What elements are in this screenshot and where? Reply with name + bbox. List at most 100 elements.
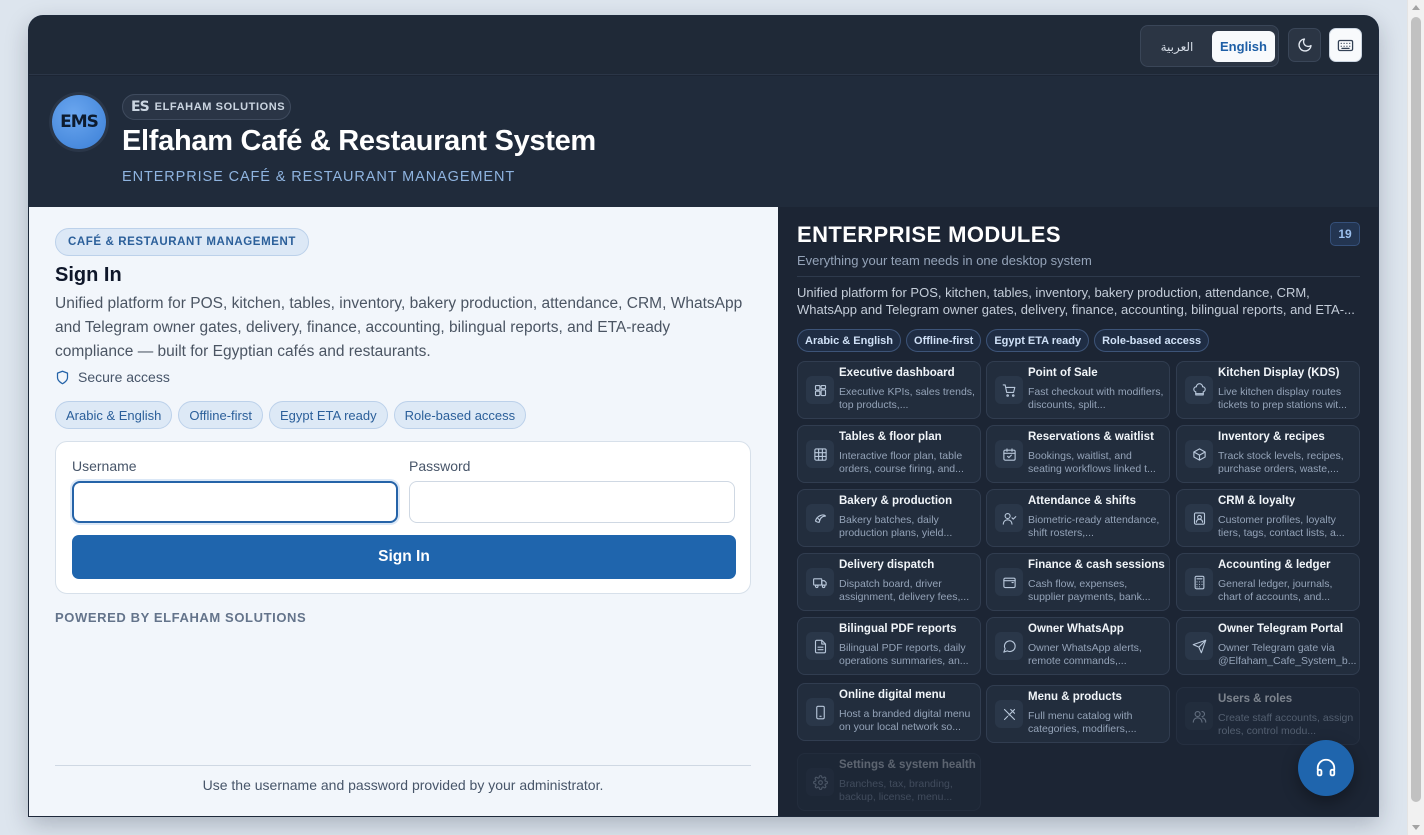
module-title: Tables & floor plan	[839, 431, 942, 443]
username-label: Username	[72, 458, 137, 474]
module-description: Live kitchen display routes tickets to p…	[1218, 386, 1347, 411]
feature-chip: Egypt ETA ready	[986, 329, 1090, 352]
moon-icon	[1297, 38, 1312, 52]
divider	[797, 276, 1360, 277]
modules-panel: ENTERPRISE MODULES 19 Everything your te…	[778, 207, 1378, 816]
module-card[interactable]: Attendance & shifts Biometric-ready atten…	[986, 489, 1170, 547]
phone-icon	[806, 698, 834, 726]
module-card[interactable]: Executive dashboard Executive KPIs, sales…	[797, 361, 981, 419]
footer-note: Use the username and password provided b…	[202, 777, 604, 793]
module-description: Executive KPIs, sales trends, top produc…	[839, 386, 975, 411]
keyboard-button[interactable]	[1329, 28, 1362, 62]
cart-icon	[995, 376, 1023, 404]
scroll-up-arrow[interactable]	[1412, 5, 1420, 10]
module-card[interactable]: Settings & system health Branches, tax, b…	[797, 753, 981, 811]
module-title: Settings & system health	[839, 759, 976, 771]
module-title: Inventory & recipes	[1218, 431, 1325, 443]
module-title: Users & roles	[1218, 693, 1293, 705]
module-card[interactable]: Reservations & waitlist Bookings, waitlis…	[986, 425, 1170, 483]
page-scrollbar[interactable]	[1407, 0, 1424, 835]
modules-description: Unified platform for POS, kitchen, table…	[797, 285, 1355, 317]
module-title: Menu & products	[1028, 691, 1122, 703]
module-description: Owner Telegram gate via @Elfaham_Cafe_Sy…	[1218, 642, 1356, 667]
module-description: Biometric-ready attendance, shift roster…	[1028, 514, 1160, 539]
secure-access-label: Secure access	[78, 369, 170, 385]
calculator-icon	[1185, 568, 1213, 596]
password-input[interactable]	[409, 481, 735, 523]
module-card[interactable]: Inventory & recipes Track stock levels, r…	[1176, 425, 1360, 483]
module-description: Interactive floor plan, table orders, co…	[839, 450, 964, 475]
module-title: Bakery & production	[839, 495, 953, 507]
brand-mark: ES	[131, 99, 150, 115]
module-title: Point of Sale	[1028, 367, 1098, 379]
module-card[interactable]: Bakery & production Bakery batches, daily…	[797, 489, 981, 547]
scroll-down-arrow[interactable]	[1412, 825, 1420, 830]
module-description: Customer profiles, loyalty tiers, tags, …	[1218, 514, 1345, 539]
module-card[interactable]: Bilingual PDF reports Bilingual PDF repor…	[797, 617, 981, 675]
top-bar: العربية English	[29, 16, 1378, 75]
theme-toggle-button[interactable]	[1288, 28, 1321, 62]
modules-title: ENTERPRISE MODULES	[797, 222, 1061, 247]
module-description: Owner WhatsApp alerts, remote commands,.…	[1028, 642, 1142, 667]
module-title: Executive dashboard	[839, 367, 955, 379]
module-card[interactable]: Menu & products Full menu catalog with ca…	[986, 685, 1170, 743]
module-card[interactable]: Point of Sale Fast checkout with modifier…	[986, 361, 1170, 419]
username-input[interactable]	[72, 481, 398, 523]
module-card[interactable]: Online digital menu Host a branded digita…	[797, 683, 981, 741]
scrollbar-thumb[interactable]	[1411, 17, 1421, 802]
croissant-icon	[806, 504, 834, 532]
module-description: Branches, tax, branding, backup, license…	[839, 778, 953, 803]
app-logo: EMS	[52, 95, 106, 149]
chef-hat-icon	[1185, 376, 1213, 404]
module-description: Cash flow, expenses, supplier payments, …	[1028, 578, 1151, 603]
keyboard-icon	[1337, 39, 1354, 51]
module-card[interactable]: Finance & cash sessions Cash flow, expens…	[986, 553, 1170, 611]
module-description: Full menu catalog with categories, modif…	[1028, 710, 1137, 735]
send-icon	[1185, 632, 1213, 660]
module-title: CRM & loyalty	[1218, 495, 1296, 507]
module-description: Track stock levels, recipes, purchase or…	[1218, 450, 1344, 475]
users-icon	[1185, 702, 1213, 730]
divider	[55, 765, 751, 766]
module-title: Kitchen Display (KDS)	[1218, 367, 1340, 379]
secure-access-note: Secure access	[55, 369, 170, 385]
module-description: Create staff accounts, assign roles, con…	[1218, 712, 1354, 737]
password-label: Password	[409, 458, 471, 474]
module-card[interactable]: Users & roles Create staff accounts, assi…	[1176, 687, 1360, 745]
box-icon	[1185, 440, 1213, 468]
module-title: Reservations & waitlist	[1028, 431, 1154, 443]
app-subtitle: ENTERPRISE CAFÉ & RESTAURANT MANAGEMENT	[122, 169, 516, 185]
calendar-icon	[995, 440, 1023, 468]
platform-description: Unified platform for POS, kitchen, table…	[55, 295, 743, 360]
gear-icon	[806, 768, 834, 796]
brand-name: ELFAHAM SOLUTIONS	[154, 101, 286, 113]
module-card[interactable]: Owner Telegram Portal Owner Telegram gate…	[1176, 617, 1360, 675]
module-card[interactable]: CRM & loyalty Customer profiles, loyalty …	[1176, 489, 1360, 547]
modules-count-badge: 19	[1330, 222, 1360, 246]
language-switcher: العربية English	[1140, 25, 1279, 67]
language-english-button[interactable]: English	[1212, 31, 1275, 62]
language-arabic-button[interactable]: العربية	[1146, 31, 1208, 62]
module-title: Bilingual PDF reports	[839, 623, 957, 635]
modules-subtitle: Everything your team needs in one deskto…	[797, 253, 1092, 268]
signin-button[interactable]: Sign In	[72, 535, 736, 579]
module-card[interactable]: Kitchen Display (KDS) Live kitchen displa…	[1176, 361, 1360, 419]
powered-by: POWERED BY ELFAHAM SOLUTIONS	[55, 610, 307, 625]
module-description: Fast checkout with modifiers, discounts,…	[1028, 386, 1164, 411]
module-card[interactable]: Accounting & ledger General ledger, journ…	[1176, 553, 1360, 611]
feature-chip: Egypt ETA ready	[269, 401, 388, 429]
module-description: Bakery batches, daily production plans, …	[839, 514, 953, 539]
login-panel: CAFÉ & RESTAURANT MANAGEMENT Sign In Uni…	[29, 207, 778, 816]
shield-icon	[56, 370, 69, 384]
brand-badge: ES ELFAHAM SOLUTIONS	[122, 94, 291, 120]
feature-chip: Arabic & English	[797, 329, 902, 352]
category-tag: CAFÉ & RESTAURANT MANAGEMENT	[55, 228, 310, 256]
module-card[interactable]: Delivery dispatch Dispatch board, driver …	[797, 553, 981, 611]
logo-text: EMS	[60, 112, 99, 132]
contact-card-icon	[1185, 504, 1213, 532]
support-button[interactable]	[1298, 740, 1354, 796]
utensils-icon	[995, 700, 1023, 728]
module-description: Bookings, waitlist, and seating workflow…	[1028, 450, 1156, 475]
module-card[interactable]: Owner WhatsApp Owner WhatsApp alerts, rem…	[986, 617, 1170, 675]
module-card[interactable]: Tables & floor plan Interactive floor pla…	[797, 425, 981, 483]
